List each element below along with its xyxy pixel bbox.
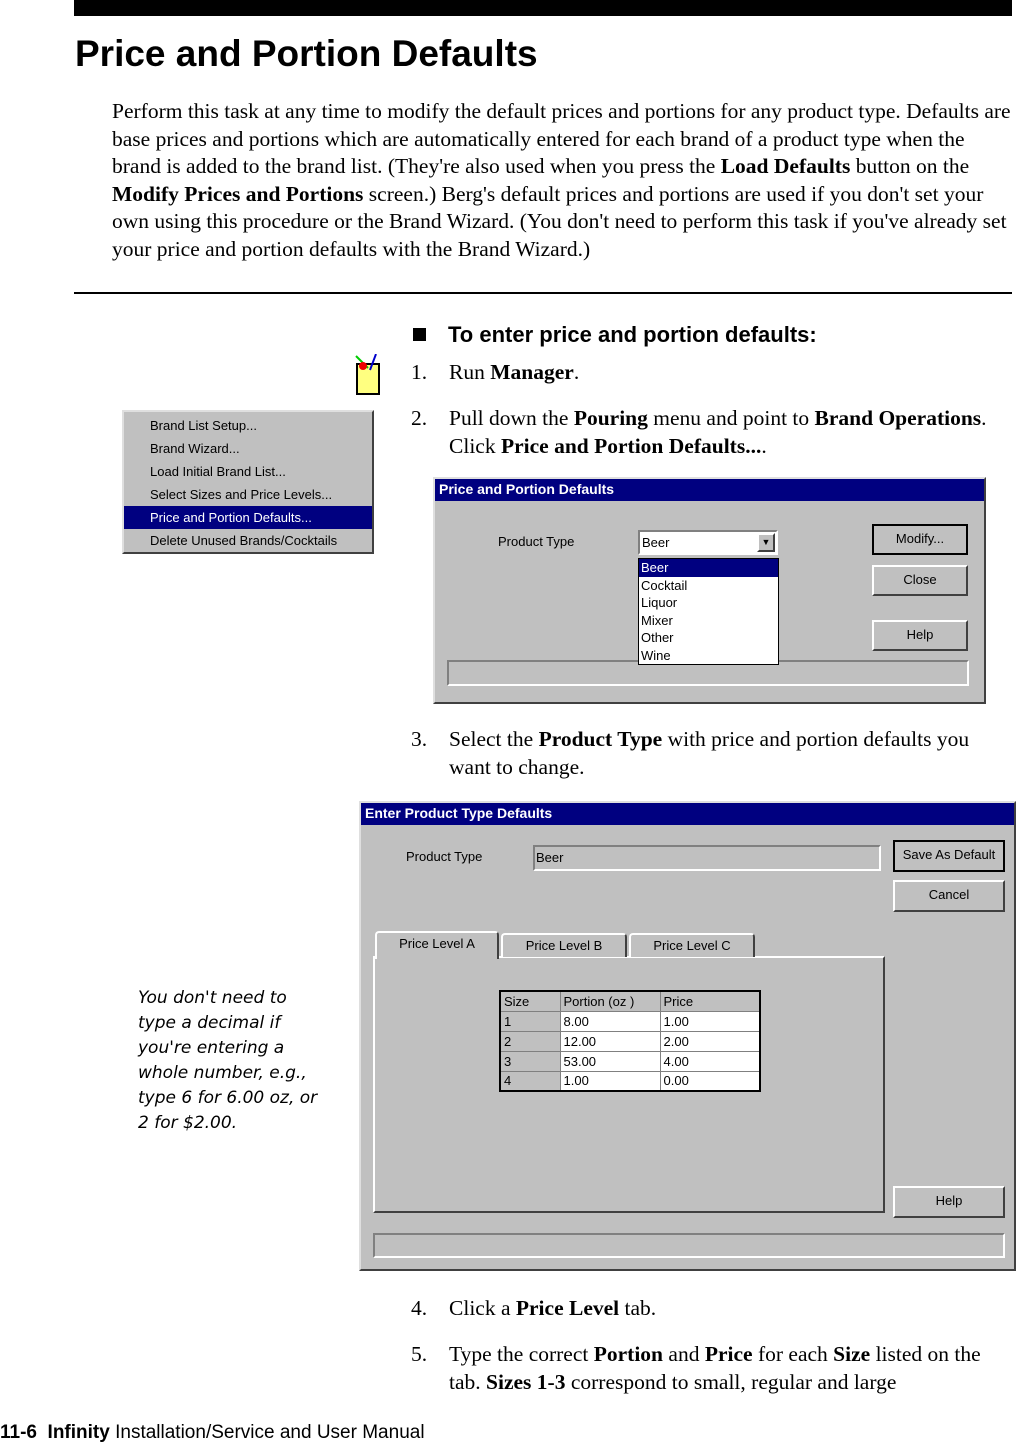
step-number: 5. — [411, 1342, 428, 1366]
portion-cell[interactable]: 1.00 — [559, 1070, 661, 1092]
tab-price-level-a[interactable]: Price Level A — [375, 931, 499, 959]
step-text: Select the Product Type with price and p… — [449, 727, 970, 779]
product-type-label: Product Type — [406, 849, 483, 864]
menu-item[interactable]: Brand List Setup... — [124, 414, 372, 437]
close-button[interactable]: Close — [872, 565, 968, 596]
menu-item[interactable]: Select Sizes and Price Levels... — [124, 483, 372, 506]
step-text: Click a Price Level tab. — [449, 1296, 657, 1320]
dropdown-option[interactable]: Mixer — [639, 612, 778, 630]
dropdown-option[interactable]: Other — [639, 629, 778, 647]
price-portion-defaults-dialog: Price and Portion Defaults Product Type … — [433, 477, 986, 704]
table-row: 2 12.00 2.00 — [499, 1030, 761, 1052]
product-type-label: Product Type — [498, 534, 575, 549]
portion-cell[interactable]: 12.00 — [559, 1030, 661, 1052]
bullet-square-icon — [413, 328, 426, 341]
table-row: 1 8.00 1.00 — [499, 1010, 761, 1032]
step-3: 3. Select the Product Type with price and… — [411, 725, 1011, 781]
menu-item[interactable]: Delete Unused Brands/Cocktails — [124, 529, 372, 552]
step-4: 4. Click a Price Level tab. — [411, 1294, 1011, 1322]
product-type-dropdown-list: Beer Cocktail Liquor Mixer Other Wine — [638, 558, 779, 665]
column-header: Price — [659, 990, 761, 1012]
column-header: Portion (oz ) — [559, 990, 661, 1012]
side-note: You don't need to type a decimal if you'… — [138, 988, 318, 1133]
tab-price-level-b[interactable]: Price Level B — [501, 933, 627, 957]
price-cell[interactable]: 4.00 — [659, 1050, 761, 1072]
tab-panel: Size Portion (oz ) Price 1 8.00 1.00 2 12.00 2.0… — [373, 956, 885, 1213]
size-portion-price-table: Size Portion (oz ) Price 1 8.00 1.00 2 12.00 2.0… — [499, 990, 761, 1092]
table-row: 3 53.00 4.00 — [499, 1050, 761, 1072]
size-cell: 4 — [499, 1070, 561, 1092]
step-number: 3. — [411, 727, 428, 751]
chevron-down-icon[interactable]: ▼ — [757, 533, 775, 552]
dialog-title: Price and Portion Defaults — [435, 479, 984, 501]
modify-button[interactable]: Modify... — [872, 524, 968, 555]
enter-product-type-defaults-dialog: Enter Product Type Defaults Product Type… — [359, 801, 1016, 1271]
top-bar — [74, 0, 1012, 16]
size-cell: 1 — [499, 1010, 561, 1032]
intro-paragraph: Perform this task at any time to modify … — [112, 99, 1011, 261]
product-type-field[interactable]: Beer — [533, 845, 881, 871]
step-1: 1. Run Manager. — [411, 358, 1011, 386]
menu-item[interactable]: Brand Wizard... — [124, 437, 372, 460]
column-header: Size — [499, 990, 561, 1012]
tab-price-level-c[interactable]: Price Level C — [629, 933, 755, 957]
price-cell[interactable]: 2.00 — [659, 1030, 761, 1052]
menu-item[interactable]: Load Initial Brand List... — [124, 460, 372, 483]
product-type-select[interactable]: Beer ▼ — [638, 530, 778, 555]
price-cell[interactable]: 0.00 — [659, 1070, 761, 1092]
step-number: 2. — [411, 406, 428, 430]
procedure-heading: To enter price and portion defaults: — [413, 322, 817, 348]
step-text: Type the correct Portion and Price for e… — [449, 1342, 981, 1394]
size-cell: 3 — [499, 1050, 561, 1072]
dialog-title: Enter Product Type Defaults — [361, 803, 1014, 825]
dropdown-option[interactable]: Cocktail — [639, 577, 778, 595]
divider — [74, 292, 1012, 294]
price-cell[interactable]: 1.00 — [659, 1010, 761, 1032]
save-as-default-button[interactable]: Save As Default — [893, 840, 1005, 872]
size-cell: 2 — [499, 1030, 561, 1052]
step-text: Pull down the Pouring menu and point to … — [449, 406, 987, 458]
portion-cell[interactable]: 53.00 — [559, 1050, 661, 1072]
page-title: Price and Portion Defaults — [75, 33, 538, 74]
step-5: 5. Type the correct Portion and Price for… — [411, 1340, 1016, 1396]
status-bar — [373, 1233, 1005, 1258]
manager-glass-icon — [355, 354, 380, 395]
portion-cell[interactable]: 8.00 — [559, 1010, 661, 1032]
dropdown-option[interactable]: Wine — [639, 647, 778, 665]
help-button[interactable]: Help — [872, 620, 968, 651]
step-text: Run Manager. — [449, 360, 580, 384]
dropdown-option[interactable]: Liquor — [639, 594, 778, 612]
step-number: 4. — [411, 1296, 428, 1320]
table-row: 4 1.00 0.00 — [499, 1070, 761, 1092]
step-2: 2. Pull down the Pouring menu and point t… — [411, 404, 1011, 460]
cancel-button[interactable]: Cancel — [893, 880, 1005, 912]
brand-operations-menu: Brand List Setup... Brand Wizard... Load I… — [122, 410, 374, 554]
help-button[interactable]: Help — [893, 1186, 1005, 1218]
dropdown-option[interactable]: Beer — [639, 559, 778, 577]
step-number: 1. — [411, 360, 428, 384]
footer: 11-6 Infinity Installation/Service and U… — [0, 1422, 425, 1443]
menu-item[interactable]: Price and Portion Defaults... — [124, 506, 372, 529]
